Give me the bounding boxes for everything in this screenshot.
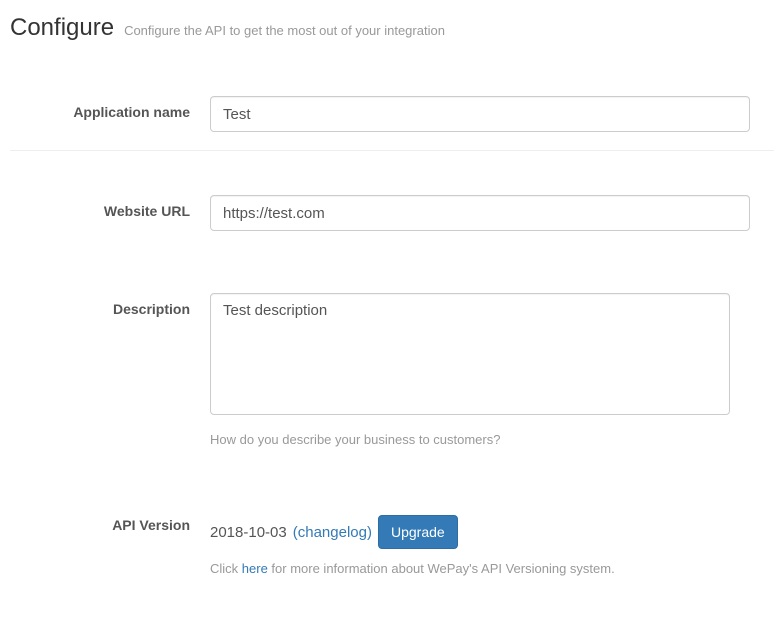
description-help-text: How do you describe your business to cus… bbox=[210, 432, 750, 447]
application-name-input[interactable] bbox=[210, 96, 750, 132]
description-textarea[interactable] bbox=[210, 293, 730, 415]
changelog-link[interactable]: changelog bbox=[298, 524, 367, 541]
upgrade-button[interactable]: Upgrade bbox=[378, 515, 458, 549]
info-suffix: for more information about WePay's API V… bbox=[268, 561, 615, 576]
website-url-input[interactable] bbox=[210, 195, 750, 231]
application-name-label: Application name bbox=[73, 104, 190, 120]
page-header: Configure Configure the API to get the m… bbox=[10, 14, 774, 42]
page-title: Configure bbox=[10, 14, 114, 42]
api-version-info-link[interactable]: here bbox=[242, 561, 268, 576]
info-prefix: Click bbox=[210, 561, 242, 576]
api-version-date: 2018-10-03 bbox=[210, 524, 287, 541]
form-row-application-name: Application name bbox=[10, 78, 774, 151]
page-subtitle: Configure the API to get the most out of… bbox=[124, 23, 445, 38]
api-version-label: API Version bbox=[112, 517, 190, 533]
description-label: Description bbox=[113, 301, 190, 317]
api-version-info: Click here for more information about We… bbox=[210, 561, 750, 576]
form-row-description: Description How do you describe your bus… bbox=[10, 249, 774, 465]
form-row-website-url: Website URL bbox=[10, 151, 774, 249]
form-row-api-version: API Version 2018-10-03 (changelog) Upgra… bbox=[10, 465, 774, 594]
website-url-label: Website URL bbox=[104, 203, 190, 219]
api-version-line: 2018-10-03 (changelog) Upgrade bbox=[210, 515, 750, 549]
